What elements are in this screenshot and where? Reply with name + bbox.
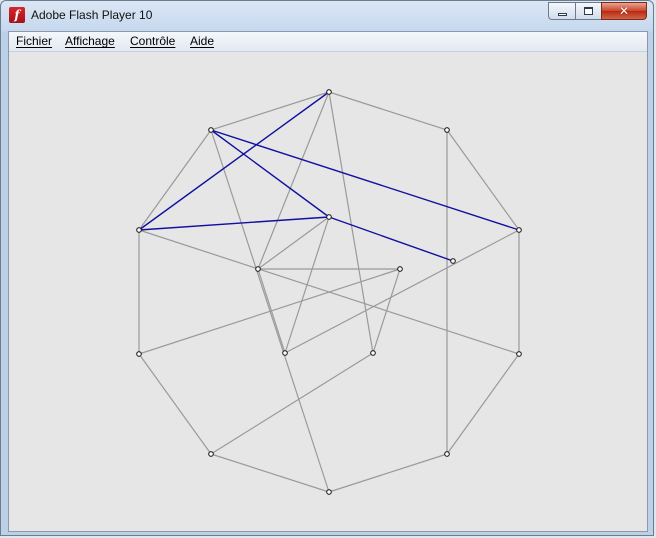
caption-buttons: ✕	[548, 2, 647, 21]
close-button[interactable]: ✕	[601, 2, 647, 20]
menu-controle[interactable]: Contrôle	[130, 34, 175, 48]
graph-edge	[138, 129, 212, 231]
highlighted-path-segment	[210, 129, 330, 218]
graph-node[interactable]	[136, 351, 142, 357]
graph-node[interactable]	[370, 350, 376, 356]
graph-node[interactable]	[397, 266, 403, 272]
graph-edge	[138, 268, 401, 355]
graph-canvas[interactable]	[9, 52, 647, 531]
desktop-background: f Adobe Flash Player 10 ✕ Fichier Affich…	[0, 0, 656, 538]
highlighted-path-segment	[138, 216, 330, 231]
graph-edge	[328, 91, 374, 354]
graph-edge	[284, 229, 520, 354]
menu-affichage[interactable]: Affichage	[65, 34, 115, 48]
menu-bar: Fichier Affichage Contrôle Aide	[9, 32, 647, 52]
graph-edge	[372, 268, 401, 354]
graph-node[interactable]	[444, 451, 450, 457]
graph-node[interactable]	[326, 214, 332, 220]
graph-node[interactable]	[516, 227, 522, 233]
menu-aide[interactable]: Aide	[190, 34, 214, 48]
highlighted-path-segment	[328, 216, 454, 262]
graph-node[interactable]	[516, 351, 522, 357]
client-area: Fichier Affichage Contrôle Aide	[8, 31, 648, 532]
graph-node[interactable]	[208, 451, 214, 457]
graph-edge	[257, 268, 286, 354]
flash-player-window: f Adobe Flash Player 10 ✕ Fichier Affich…	[0, 0, 654, 536]
graph-edge	[284, 216, 330, 354]
graph-edge	[210, 453, 330, 493]
maximize-icon	[584, 7, 593, 15]
graph-edge	[446, 353, 520, 455]
highlighted-path-segment	[138, 91, 330, 231]
graph-node[interactable]	[326, 489, 332, 495]
graph-node[interactable]	[444, 127, 450, 133]
minimize-button[interactable]	[548, 2, 575, 20]
graph-edge	[446, 129, 520, 231]
window-title: Adobe Flash Player 10	[31, 8, 153, 22]
graph-edge	[210, 91, 330, 131]
maximize-button[interactable]	[575, 2, 601, 20]
minimize-icon	[557, 12, 567, 16]
menu-fichier[interactable]: Fichier	[16, 34, 52, 48]
flash-stage[interactable]	[9, 52, 647, 531]
graph-edge	[328, 91, 448, 131]
graph-node[interactable]	[326, 89, 332, 95]
graph-node[interactable]	[255, 266, 261, 272]
graph-edge	[138, 353, 212, 455]
close-icon: ✕	[618, 4, 630, 18]
graph-node[interactable]	[208, 127, 214, 133]
flash-player-icon[interactable]: f	[9, 7, 25, 23]
graph-edge	[328, 453, 448, 493]
graph-edge	[210, 352, 374, 455]
graph-node[interactable]	[450, 258, 456, 264]
title-bar[interactable]: f Adobe Flash Player 10 ✕	[1, 1, 653, 31]
graph-node[interactable]	[136, 227, 142, 233]
graph-node[interactable]	[282, 350, 288, 356]
